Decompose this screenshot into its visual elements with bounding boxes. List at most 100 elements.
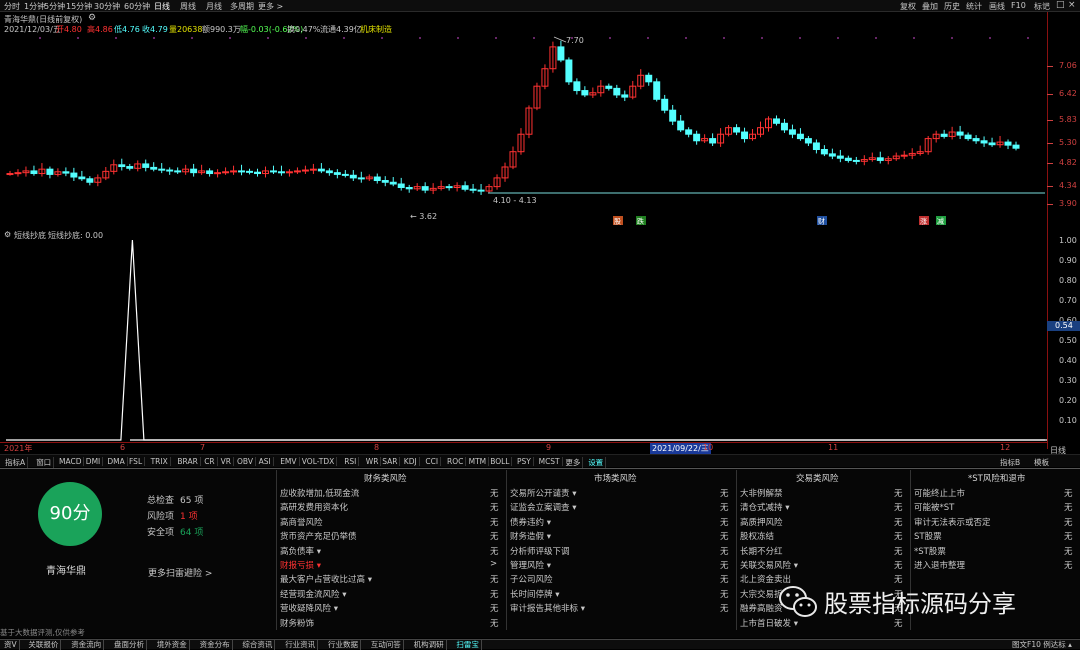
risk-item-label[interactable]: 财务粉饰 bbox=[280, 617, 314, 629]
bottom-nav-item[interactable]: 关联报价 bbox=[26, 639, 62, 650]
maximize-icon[interactable]: □ bbox=[1056, 0, 1065, 10]
risk-item-label[interactable]: 经营现金流风险 ▾ bbox=[280, 588, 346, 600]
safe-item-label: 安全项 bbox=[147, 528, 175, 538]
risk-item-label[interactable]: 财务造假 ▾ bbox=[510, 530, 551, 542]
period-tab[interactable]: 15分钟 bbox=[66, 1, 92, 12]
indicator-tab[interactable]: KDJ bbox=[402, 457, 420, 466]
risk-item-label[interactable]: 最大客户占营收比过高 ▾ bbox=[280, 573, 372, 585]
risk-item-label[interactable]: 融券高融资 bbox=[740, 602, 783, 614]
risk-item-label[interactable]: 交易所公开谴责 ▾ bbox=[510, 487, 576, 499]
indicator-tab[interactable]: ROC bbox=[445, 457, 467, 466]
indicator-tab[interactable]: 指标A bbox=[3, 457, 29, 468]
period-tab[interactable]: 月线 bbox=[206, 1, 222, 12]
indicator-tab[interactable]: MTM bbox=[467, 457, 490, 466]
indicator-tab[interactable]: DMI bbox=[84, 457, 104, 466]
period-tab[interactable]: 周线 bbox=[180, 1, 196, 12]
indicator-tab[interactable]: VOL-TDX bbox=[300, 457, 338, 466]
risk-item-label[interactable]: 财报亏损 ▾ bbox=[280, 559, 321, 571]
period-tab[interactable]: 分时 bbox=[4, 1, 20, 12]
bottom-nav-item[interactable]: 行业资讯 bbox=[283, 639, 319, 650]
close-icon[interactable]: × bbox=[1068, 0, 1076, 10]
risk-item-label[interactable]: 进入退市整理 bbox=[914, 559, 965, 571]
risk-item-label[interactable]: 高质押风险 bbox=[740, 516, 783, 528]
risk-item-label[interactable]: 应收款增加,低现金流 bbox=[280, 487, 359, 499]
risk-item-label[interactable]: 货币资产充足仍举债 bbox=[280, 530, 357, 542]
risk-item-label[interactable]: 证监会立案调查 ▾ bbox=[510, 501, 576, 513]
risk-item-label[interactable]: 高商誉风险 bbox=[280, 516, 323, 528]
indicator-tab[interactable]: BRAR bbox=[175, 457, 201, 466]
indicator-tab[interactable]: OBV bbox=[235, 457, 256, 466]
risk-item-label[interactable]: 管理风险 ▾ bbox=[510, 559, 551, 571]
indicator-tab[interactable]: CR bbox=[202, 457, 218, 466]
indicator-tab[interactable]: 更多 bbox=[563, 457, 584, 468]
toolbar-button[interactable]: F10 bbox=[1011, 1, 1026, 10]
indicator-tab[interactable]: 窗口 bbox=[34, 457, 55, 468]
period-tab[interactable]: 5分钟 bbox=[44, 1, 65, 12]
bottom-nav-item[interactable]: 资Ⅴ bbox=[2, 639, 20, 650]
risk-item-label[interactable]: *ST股票 bbox=[914, 545, 946, 557]
toolbar-button[interactable]: 标记 bbox=[1034, 1, 1050, 12]
indicator-tab[interactable]: MACD bbox=[57, 457, 85, 466]
indicator-tab[interactable]: FSL bbox=[127, 457, 146, 466]
risk-item-label[interactable]: 可能被*ST bbox=[914, 501, 954, 513]
bottom-nav-item[interactable]: 扫雷宝 bbox=[454, 639, 482, 650]
toolbar-button[interactable]: 叠加 bbox=[922, 1, 938, 12]
risk-item-label[interactable]: 大宗交易折 bbox=[740, 588, 783, 600]
risk-item-label[interactable]: 子公司风险 bbox=[510, 573, 553, 585]
risk-item-label[interactable]: 长时间停牌 ▾ bbox=[510, 588, 559, 600]
bottom-nav-item[interactable]: 资金分布 bbox=[198, 639, 233, 650]
risk-item-label[interactable]: 关联交易风险 ▾ bbox=[740, 559, 798, 571]
risk-item-label[interactable]: 清仓式减持 ▾ bbox=[740, 501, 789, 513]
indicator-tab[interactable]: DMA bbox=[105, 457, 128, 466]
toolbar-button[interactable]: 统计 bbox=[966, 1, 982, 12]
risk-item-label[interactable]: 股权冻结 bbox=[740, 530, 774, 542]
indicator-tab[interactable]: SAR bbox=[380, 457, 401, 466]
indicator-tab[interactable]: MCST bbox=[537, 457, 563, 466]
more-scan-link[interactable]: 更多扫雷避险 > bbox=[148, 566, 212, 579]
risk-item-label[interactable]: 可能终止上市 bbox=[914, 487, 965, 499]
bottom-nav-item[interactable]: 机构调研 bbox=[412, 639, 447, 650]
risk-item-value: 无 bbox=[720, 546, 729, 557]
period-tab[interactable]: 60分钟 bbox=[124, 1, 150, 12]
bottom-nav-item[interactable]: 行业数据 bbox=[326, 639, 361, 650]
bottom-nav-item[interactable]: 资金流向 bbox=[69, 639, 105, 650]
risk-item-label[interactable]: ST股票 bbox=[914, 530, 942, 542]
indicator-tab[interactable]: 设置 bbox=[586, 457, 607, 468]
risk-item-label[interactable]: 审计无法表示或否定 bbox=[914, 516, 991, 528]
indicator-tab[interactable]: PSY bbox=[515, 457, 534, 466]
period-tab[interactable]: 日线 bbox=[154, 1, 170, 12]
risk-item-label[interactable]: 营收疑降风险 ▾ bbox=[280, 602, 338, 614]
indicator-tab[interactable]: VR bbox=[219, 457, 234, 466]
template-tab[interactable]: 模板 bbox=[1034, 457, 1049, 468]
indicator-tab[interactable]: RSI bbox=[342, 457, 360, 466]
osc-tick: 0.20 bbox=[1059, 396, 1077, 405]
indicator-tab[interactable]: WR bbox=[364, 457, 382, 466]
bottom-nav-item[interactable]: 综合资讯 bbox=[240, 639, 276, 650]
risk-item-label[interactable]: 高负债率 ▾ bbox=[280, 545, 321, 557]
indicator-tab[interactable]: CCI bbox=[423, 457, 442, 466]
indicator-tab[interactable]: EMV bbox=[278, 457, 300, 466]
time-tick: 2021/09/22/三 bbox=[650, 443, 711, 454]
bottom-nav-item[interactable]: 盘面分析 bbox=[112, 639, 147, 650]
bottom-nav-item[interactable]: 互动问答 bbox=[369, 639, 404, 650]
risk-item-label[interactable]: 分析师评级下调 bbox=[510, 545, 570, 557]
indicator-tab[interactable]: BOLL bbox=[488, 457, 513, 466]
period-tab[interactable]: 1分钟 bbox=[24, 1, 45, 12]
indicator-b-tab[interactable]: 指标B bbox=[1000, 457, 1020, 468]
f10-link[interactable]: 图文F10 例达标 ▴ bbox=[1012, 639, 1072, 650]
bottom-nav-item[interactable]: 境外资金 bbox=[155, 639, 190, 650]
toolbar-button[interactable]: 复权 bbox=[900, 1, 916, 12]
period-tab[interactable]: 30分钟 bbox=[94, 1, 120, 12]
risk-item-value: 无 bbox=[894, 489, 903, 499]
risk-item-label[interactable]: 高研发费用资本化 bbox=[280, 501, 348, 513]
risk-item-label[interactable]: 审计报告其他非标 ▾ bbox=[510, 602, 585, 614]
period-tab[interactable]: 更多 > bbox=[258, 1, 283, 12]
risk-item-label[interactable]: 债券违约 ▾ bbox=[510, 516, 551, 528]
risk-item-label[interactable]: 长期不分红 bbox=[740, 545, 783, 557]
indicator-tab[interactable]: TRIX bbox=[149, 457, 171, 466]
toolbar-button[interactable]: 历史 bbox=[944, 1, 960, 12]
toolbar-button[interactable]: 画线 bbox=[989, 1, 1005, 12]
period-tab[interactable]: 多周期 bbox=[230, 1, 254, 12]
indicator-tab[interactable]: ASI bbox=[257, 457, 274, 466]
risk-item-label[interactable]: 大非例解禁 bbox=[740, 487, 783, 499]
